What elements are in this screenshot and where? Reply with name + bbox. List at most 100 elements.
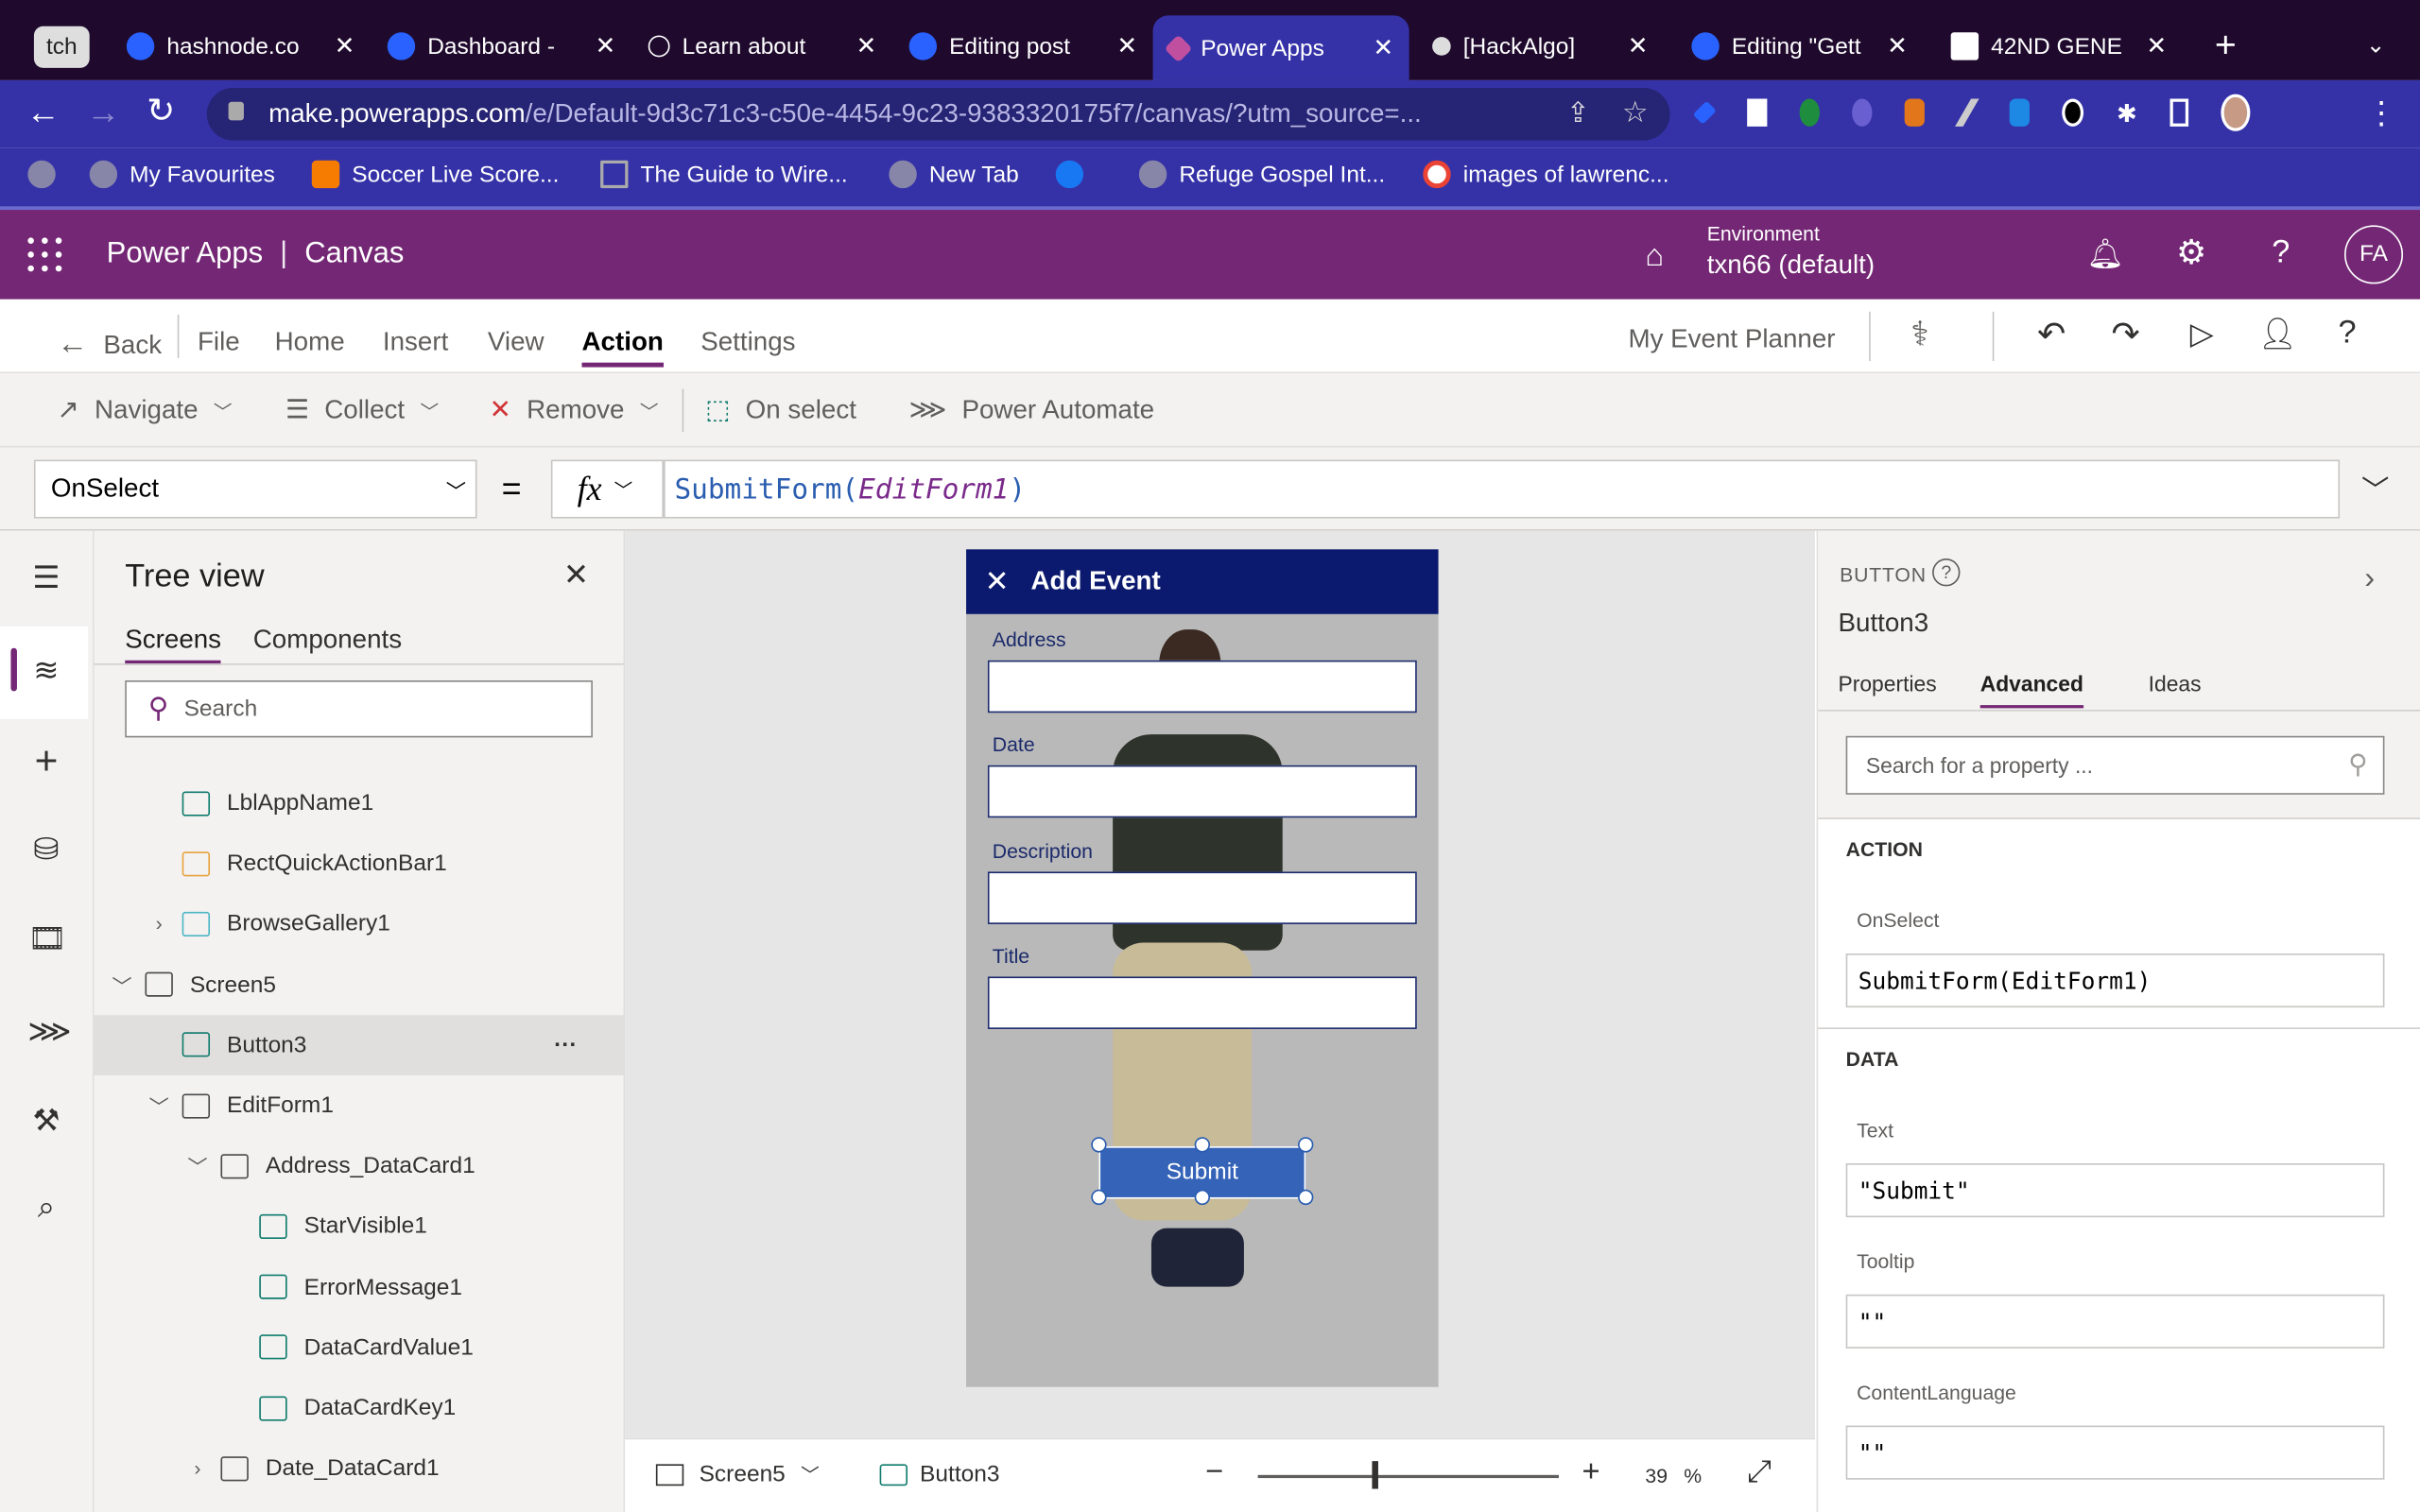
chevron-right-icon[interactable]: ›: [179, 1457, 216, 1480]
browser-tab[interactable]: 42ND GENE ✕: [1935, 19, 2182, 75]
extension-icon[interactable]: [1852, 98, 1873, 127]
extension-icon[interactable]: [2062, 98, 2084, 127]
app-checker-icon[interactable]: ⚕: [1910, 315, 1928, 354]
tree-item[interactable]: ﹀ Address_DataCard1: [95, 1136, 624, 1196]
power-automate-button[interactable]: ⋙ Power Automate: [909, 395, 1154, 426]
avatar[interactable]: FA: [2344, 225, 2404, 284]
more-options-button[interactable]: ···: [554, 1032, 577, 1058]
navigate-button[interactable]: ↗ Navigate ﹀: [57, 395, 232, 426]
browser-menu-icon[interactable]: ⋮: [2366, 94, 2397, 133]
new-tab-icon[interactable]: +: [2215, 25, 2237, 68]
bookmark[interactable]: images of lawrenc...: [1423, 160, 1669, 189]
play-icon[interactable]: ▷: [2190, 315, 2214, 353]
bookmark[interactable]: My Favourites: [89, 160, 275, 189]
chevron-down-icon[interactable]: ﹀: [141, 1091, 178, 1120]
bookmark[interactable]: The Guide to Wire...: [600, 160, 848, 189]
collapse-chevron-icon[interactable]: ›: [2364, 561, 2375, 597]
bookmark[interactable]: [1055, 160, 1084, 189]
close-tab-icon[interactable]: ✕: [1887, 31, 1908, 62]
tree-item[interactable]: ﹀ Screen5: [95, 954, 624, 1015]
chevron-down-icon[interactable]: ﹀: [179, 1151, 216, 1180]
browser-tab[interactable]: Editing "Gett ✕: [1676, 19, 1923, 75]
bookmark-star-icon[interactable]: ☆: [1622, 95, 1649, 131]
app-title[interactable]: My Event Planner: [1628, 324, 1835, 355]
extension-icon[interactable]: [2010, 98, 2031, 127]
tree-item[interactable]: RectQuickActionBar1: [95, 833, 624, 894]
tree-item[interactable]: ErrorMessage1: [95, 1257, 624, 1317]
remove-button[interactable]: ✕ Remove ﹀: [490, 395, 659, 426]
browser-tab[interactable]: hashnode.co ✕: [112, 19, 371, 75]
extension-icon[interactable]: [1747, 98, 1768, 127]
browser-tab[interactable]: Editing post ✕: [893, 19, 1152, 75]
app-preview-screen[interactable]: ✕ Add Event Address Date Description Titl…: [966, 549, 1439, 1387]
tab-group-chip[interactable]: tch: [33, 26, 90, 68]
sidepanel-icon[interactable]: [2169, 98, 2189, 127]
fx-button[interactable]: fx ﹀: [550, 459, 665, 519]
hamburger-icon[interactable]: ☰: [27, 558, 64, 595]
title-input[interactable]: [987, 976, 1417, 1029]
metamask-icon[interactable]: [1904, 98, 1926, 127]
forward-arrow-icon[interactable]: →: [86, 93, 120, 132]
menu-home[interactable]: Home: [275, 327, 345, 358]
onselect-input[interactable]: SubmitForm(EditForm1): [1845, 953, 2385, 1008]
property-search-input[interactable]: Search for a property ... ⚲: [1845, 735, 2385, 795]
puzzle-icon[interactable]: ✱: [2117, 98, 2137, 129]
tab-screens[interactable]: Screens: [125, 625, 222, 665]
bookmark[interactable]: New Tab: [889, 160, 1019, 189]
zoom-out-button[interactable]: −: [1205, 1455, 1223, 1491]
tab-ideas[interactable]: Ideas: [2149, 671, 2202, 696]
chevron-right-icon[interactable]: ›: [141, 913, 178, 936]
tree-item[interactable]: LblAppName1: [95, 773, 624, 833]
bookmark[interactable]: Refuge Gospel Int...: [1138, 160, 1385, 189]
menu-view[interactable]: View: [488, 327, 544, 358]
extension-icon[interactable]: [1799, 98, 1821, 127]
menu-settings[interactable]: Settings: [700, 327, 795, 358]
zoom-slider[interactable]: [1257, 1474, 1559, 1479]
menu-file[interactable]: File: [198, 327, 240, 358]
content-language-input[interactable]: "": [1845, 1425, 2385, 1480]
browser-tab[interactable]: Learn about ✕: [632, 19, 891, 75]
help-icon[interactable]: ?: [1932, 558, 1961, 587]
tree-item[interactable]: StarVisible1: [95, 1196, 624, 1257]
address-input[interactable]: [987, 660, 1417, 713]
redo-icon[interactable]: ↷: [2111, 315, 2139, 354]
tree-item[interactable]: DataCardValue1: [95, 1317, 624, 1378]
close-tab-icon[interactable]: ✕: [2146, 31, 2167, 62]
media-icon[interactable]: 🎞︎: [27, 919, 66, 956]
tree-search-input[interactable]: ⚲ Search: [125, 680, 593, 738]
back-button[interactable]: ← Back: [57, 327, 162, 363]
zoom-in-button[interactable]: +: [1582, 1455, 1599, 1491]
tree-view-tab[interactable]: ≋: [0, 626, 89, 719]
menu-action[interactable]: Action: [581, 327, 664, 368]
date-input[interactable]: [987, 765, 1417, 818]
environment-value[interactable]: txn66 (default): [1707, 249, 1875, 281]
collect-button[interactable]: ☰ Collect ﹀: [285, 395, 439, 426]
text-input[interactable]: "Submit": [1845, 1163, 2385, 1218]
gear-icon[interactable]: ⚙: [2176, 233, 2206, 273]
tree-item[interactable]: Button3 ···: [94, 1014, 624, 1075]
close-tab-icon[interactable]: ✕: [1373, 32, 1393, 63]
tab-properties[interactable]: Properties: [1838, 671, 1936, 696]
tree-item[interactable]: › Date_DataCard1: [95, 1438, 624, 1499]
formula-input[interactable]: SubmitForm(EditForm1): [664, 459, 2341, 519]
close-tab-icon[interactable]: ✕: [596, 31, 616, 62]
control-name[interactable]: Button3: [1838, 608, 1928, 639]
expand-formula-chevron-icon[interactable]: ﹀: [2361, 469, 2389, 508]
url-bar[interactable]: make.powerapps.com/e/Default-9d3c71c3-c5…: [206, 88, 1670, 141]
insert-plus-icon[interactable]: +: [27, 737, 64, 783]
tab-components[interactable]: Components: [253, 625, 402, 656]
tab-list-chevron-icon[interactable]: ⌄: [2366, 31, 2386, 59]
zoom-slider-thumb[interactable]: [1372, 1461, 1379, 1489]
app-launcher-icon[interactable]: [27, 237, 62, 272]
close-tab-icon[interactable]: ✕: [1116, 31, 1137, 62]
advanced-tools-icon[interactable]: ⚒: [27, 1102, 64, 1139]
help-icon[interactable]: ?: [2338, 315, 2356, 352]
data-cylinder-icon[interactable]: ⛁: [27, 830, 64, 868]
bell-icon[interactable]: 🔔︎: [2086, 236, 2123, 273]
chevron-down-icon[interactable]: ﹀: [103, 970, 140, 999]
close-icon[interactable]: ✕: [985, 564, 1010, 600]
power-automate-icon[interactable]: ⋙: [27, 1012, 71, 1049]
undo-icon[interactable]: ↶: [2037, 315, 2066, 354]
bookmark[interactable]: Soccer Live Score...: [311, 160, 559, 189]
property-dropdown[interactable]: OnSelect ﹀: [33, 459, 477, 519]
